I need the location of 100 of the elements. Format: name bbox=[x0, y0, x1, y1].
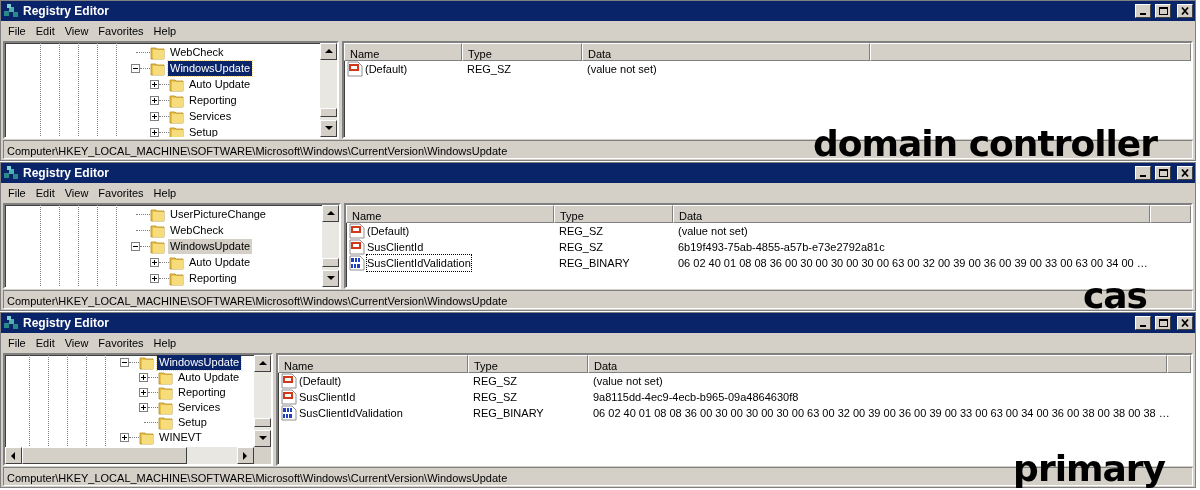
maximize-button[interactable] bbox=[1155, 166, 1171, 180]
expand-icon[interactable] bbox=[139, 388, 148, 397]
tree-item[interactable]: WebCheck bbox=[168, 44, 226, 60]
value-name[interactable]: (Default) bbox=[365, 60, 408, 78]
value-name[interactable]: SusClientId bbox=[299, 388, 356, 406]
close-button[interactable] bbox=[1177, 316, 1193, 330]
column-header[interactable]: Data bbox=[673, 205, 1150, 223]
annotation-label: cas bbox=[1082, 278, 1147, 314]
expand-icon[interactable] bbox=[139, 403, 148, 412]
maximize-button[interactable] bbox=[1155, 4, 1171, 18]
tree-item[interactable]: Setup bbox=[187, 124, 220, 137]
folder-icon bbox=[158, 415, 173, 430]
column-header[interactable]: Type bbox=[554, 205, 673, 223]
value-data: 6b19f493-75ab-4855-a57b-e73e2792a81c bbox=[677, 239, 886, 255]
column-header[interactable]: Type bbox=[468, 355, 588, 373]
scroll-down-button[interactable] bbox=[320, 120, 337, 137]
scroll-thumb[interactable] bbox=[22, 447, 187, 464]
collapse-icon[interactable] bbox=[131, 241, 140, 251]
scroll-up-button[interactable] bbox=[254, 355, 271, 372]
expand-icon[interactable] bbox=[150, 257, 159, 267]
string-value-icon bbox=[281, 389, 297, 405]
menu-item[interactable]: Edit bbox=[30, 22, 60, 40]
minimize-icon bbox=[1140, 175, 1146, 177]
menu-item[interactable]: Help bbox=[148, 184, 182, 202]
expand-icon[interactable] bbox=[150, 127, 159, 137]
string-value-icon bbox=[349, 223, 365, 239]
menu-item[interactable]: File bbox=[3, 22, 31, 40]
annotation-label: primary bbox=[1013, 451, 1165, 487]
cubes-icon bbox=[3, 315, 19, 331]
scroll-thumb[interactable] bbox=[322, 258, 339, 267]
close-button[interactable] bbox=[1177, 166, 1193, 180]
tree-item[interactable]: Reporting bbox=[187, 270, 239, 286]
menu-item[interactable]: Edit bbox=[30, 334, 60, 352]
menu-item[interactable]: File bbox=[3, 334, 31, 352]
scroll-left-button[interactable] bbox=[5, 447, 22, 464]
value-data: 9a8115dd-4ec9-4ecb-b965-09a4864630f8 bbox=[592, 389, 800, 405]
expand-icon[interactable] bbox=[150, 79, 159, 89]
menu-item[interactable]: File bbox=[3, 184, 31, 202]
tree-item[interactable]: Auto Update bbox=[187, 254, 253, 270]
menu-item[interactable]: View bbox=[59, 184, 94, 202]
value-name[interactable]: SusClientIdValidation bbox=[367, 254, 471, 272]
tree-item[interactable]: Reporting bbox=[187, 92, 239, 108]
scroll-down-button[interactable] bbox=[254, 430, 271, 447]
value-name[interactable]: (Default) bbox=[299, 372, 342, 390]
scroll-down-button[interactable] bbox=[322, 270, 339, 287]
tree-item[interactable]: WindowsUpdate bbox=[168, 238, 253, 254]
minimize-button[interactable] bbox=[1135, 316, 1151, 330]
string-value-icon bbox=[281, 373, 297, 389]
tree-item[interactable]: WindowsUpdate bbox=[168, 60, 253, 76]
tree-item[interactable]: Reporting bbox=[176, 385, 228, 400]
cubes-icon bbox=[3, 3, 19, 19]
column-header[interactable]: Data bbox=[588, 355, 1167, 373]
menu-item[interactable]: View bbox=[59, 22, 94, 40]
column-header[interactable]: Type bbox=[462, 43, 582, 61]
collapse-icon[interactable] bbox=[120, 358, 129, 367]
scroll-thumb[interactable] bbox=[320, 108, 337, 117]
tree-item[interactable]: Services bbox=[187, 108, 234, 124]
scroll-up-button[interactable] bbox=[322, 205, 339, 222]
scroll-right-button[interactable] bbox=[237, 447, 254, 464]
menu-item[interactable]: View bbox=[59, 334, 94, 352]
menu-item[interactable]: Edit bbox=[30, 184, 60, 202]
maximize-button[interactable] bbox=[1155, 316, 1171, 330]
scroll-thumb[interactable] bbox=[254, 418, 271, 427]
close-button[interactable] bbox=[1177, 4, 1193, 18]
vertical-scrollbar[interactable] bbox=[254, 355, 271, 447]
expand-icon[interactable] bbox=[139, 373, 148, 382]
column-header[interactable]: Name bbox=[344, 43, 462, 61]
collapse-icon[interactable] bbox=[131, 63, 140, 73]
menu-item[interactable]: Favorites bbox=[93, 184, 149, 202]
horizontal-scrollbar[interactable] bbox=[5, 447, 271, 464]
tree-item[interactable]: UserPictureChange bbox=[168, 206, 268, 222]
expand-icon[interactable] bbox=[150, 95, 159, 105]
value-type: REG_SZ bbox=[472, 389, 518, 405]
vertical-scrollbar[interactable] bbox=[320, 43, 337, 137]
column-header[interactable]: Name bbox=[346, 205, 554, 223]
tree-item[interactable]: WebCheck bbox=[168, 222, 226, 238]
tree-item[interactable]: Setup bbox=[176, 415, 209, 430]
column-header[interactable]: Name bbox=[278, 355, 468, 373]
string-value-icon bbox=[349, 239, 365, 255]
value-name[interactable]: SusClientId bbox=[367, 238, 424, 256]
column-header[interactable]: Data bbox=[582, 43, 870, 61]
menu-item[interactable]: Favorites bbox=[93, 334, 149, 352]
menu-item[interactable]: Favorites bbox=[93, 22, 149, 40]
expand-icon[interactable] bbox=[150, 111, 159, 121]
minimize-button[interactable] bbox=[1135, 166, 1151, 180]
value-name[interactable]: SusClientIdValidation bbox=[299, 404, 403, 422]
value-name[interactable]: (Default) bbox=[367, 222, 410, 240]
menu-item[interactable]: Help bbox=[148, 334, 182, 352]
folder-icon bbox=[139, 430, 154, 445]
tree-item[interactable]: Services bbox=[176, 400, 223, 415]
vertical-scrollbar[interactable] bbox=[322, 205, 339, 287]
scroll-up-button[interactable] bbox=[320, 43, 337, 60]
tree-item[interactable]: Auto Update bbox=[187, 76, 253, 92]
expand-icon[interactable] bbox=[120, 433, 129, 442]
minimize-button[interactable] bbox=[1135, 4, 1151, 18]
tree-item[interactable]: Auto Update bbox=[176, 370, 242, 385]
expand-icon[interactable] bbox=[150, 273, 159, 283]
tree-item[interactable]: WINEVT bbox=[157, 430, 204, 445]
tree-item[interactable]: WindowsUpdate bbox=[157, 355, 242, 370]
menu-item[interactable]: Help bbox=[148, 22, 182, 40]
